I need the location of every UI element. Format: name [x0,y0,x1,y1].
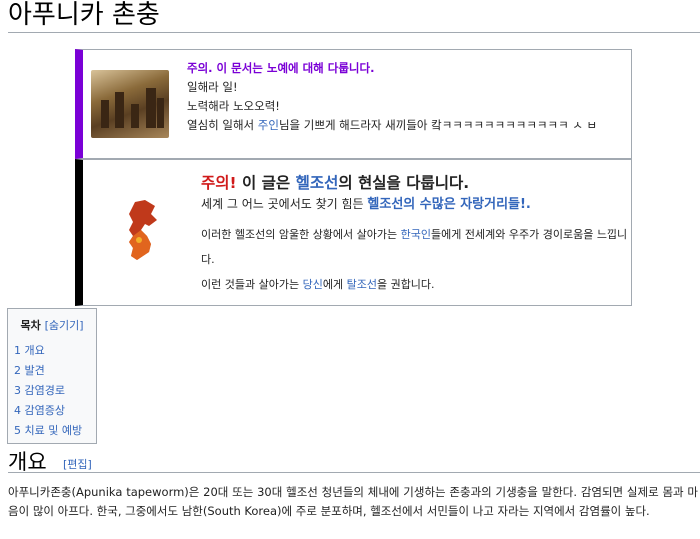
slave-painting-image [91,70,169,138]
notice-title: 주의! 이 글은 헬조선의 현실을 다룹니다. [201,174,470,192]
notice-slavery-box: 주의. 이 문서는 노예에 대해 다룹니다. 일해라 일! 노력해라 노오오력!… [75,49,632,159]
notice-line: 열심히 일해서 주인님을 기쁘게 해드라자 새끼들아 캌ㅋㅋㅋㅋㅋㅋㅋㅋㅋㅋㅋㅋ… [187,118,598,132]
korean-link[interactable]: 한국인 [401,228,431,241]
notice-hellkorea-box: 주의! 이 글은 헬조선의 현실을 다룹니다. 세계 그 어느 곳에서도 찾기 … [75,159,632,306]
notice-line: 일해라 일! [187,80,238,94]
toc-item-symptoms[interactable]: 4 감염증상 [14,401,90,421]
table-of-contents: 목차 [숨기기] 1 개요 2 발견 3 감염경로 4 감염증상 5 치료 및 … [7,308,97,444]
owner-link[interactable]: 주인 [258,118,279,132]
korea-map-image [129,200,157,260]
hellkorea-link[interactable]: 헬조선 [296,174,339,192]
you-link[interactable]: 당신 [303,278,323,291]
page-title: 아푸니카 촌충 [8,0,160,30]
notice-subtitle: 세계 그 어느 곳에서도 찾기 힘든 헬조선의 수많은 자랑거리들!. [201,197,531,212]
section-divider [8,472,700,473]
overview-paragraph: 아푸니카존충(Apunika tapeworm)은 20대 또는 30대 헬조선… [8,485,698,518]
title-divider [8,32,700,33]
escape-korea-link[interactable]: 탈조선 [347,278,377,291]
notice-body: 이러한 헬조선의 암울한 상황에서 살아가는 한국인들에게 전세계와 우주가 경… [201,228,628,291]
toc-item-treatment[interactable]: 5 치료 및 예방 [14,421,90,441]
prides-link[interactable]: 헬조선의 수많은 자랑거리들!. [367,197,530,212]
toc-hide-toggle[interactable]: [숨기기] [45,319,84,332]
toc-title: 목차 [20,319,41,332]
toc-item-overview[interactable]: 1 개요 [14,341,90,361]
notice-heading: 주의. 이 문서는 노예에 대해 다룹니다. [187,61,375,75]
notice-line: 노력해라 노오오력! [187,99,280,113]
toc-item-discovery[interactable]: 2 발견 [14,361,90,381]
toc-item-infection-route[interactable]: 3 감염경로 [14,381,90,401]
section-edit-link[interactable]: [편집] [63,456,92,472]
